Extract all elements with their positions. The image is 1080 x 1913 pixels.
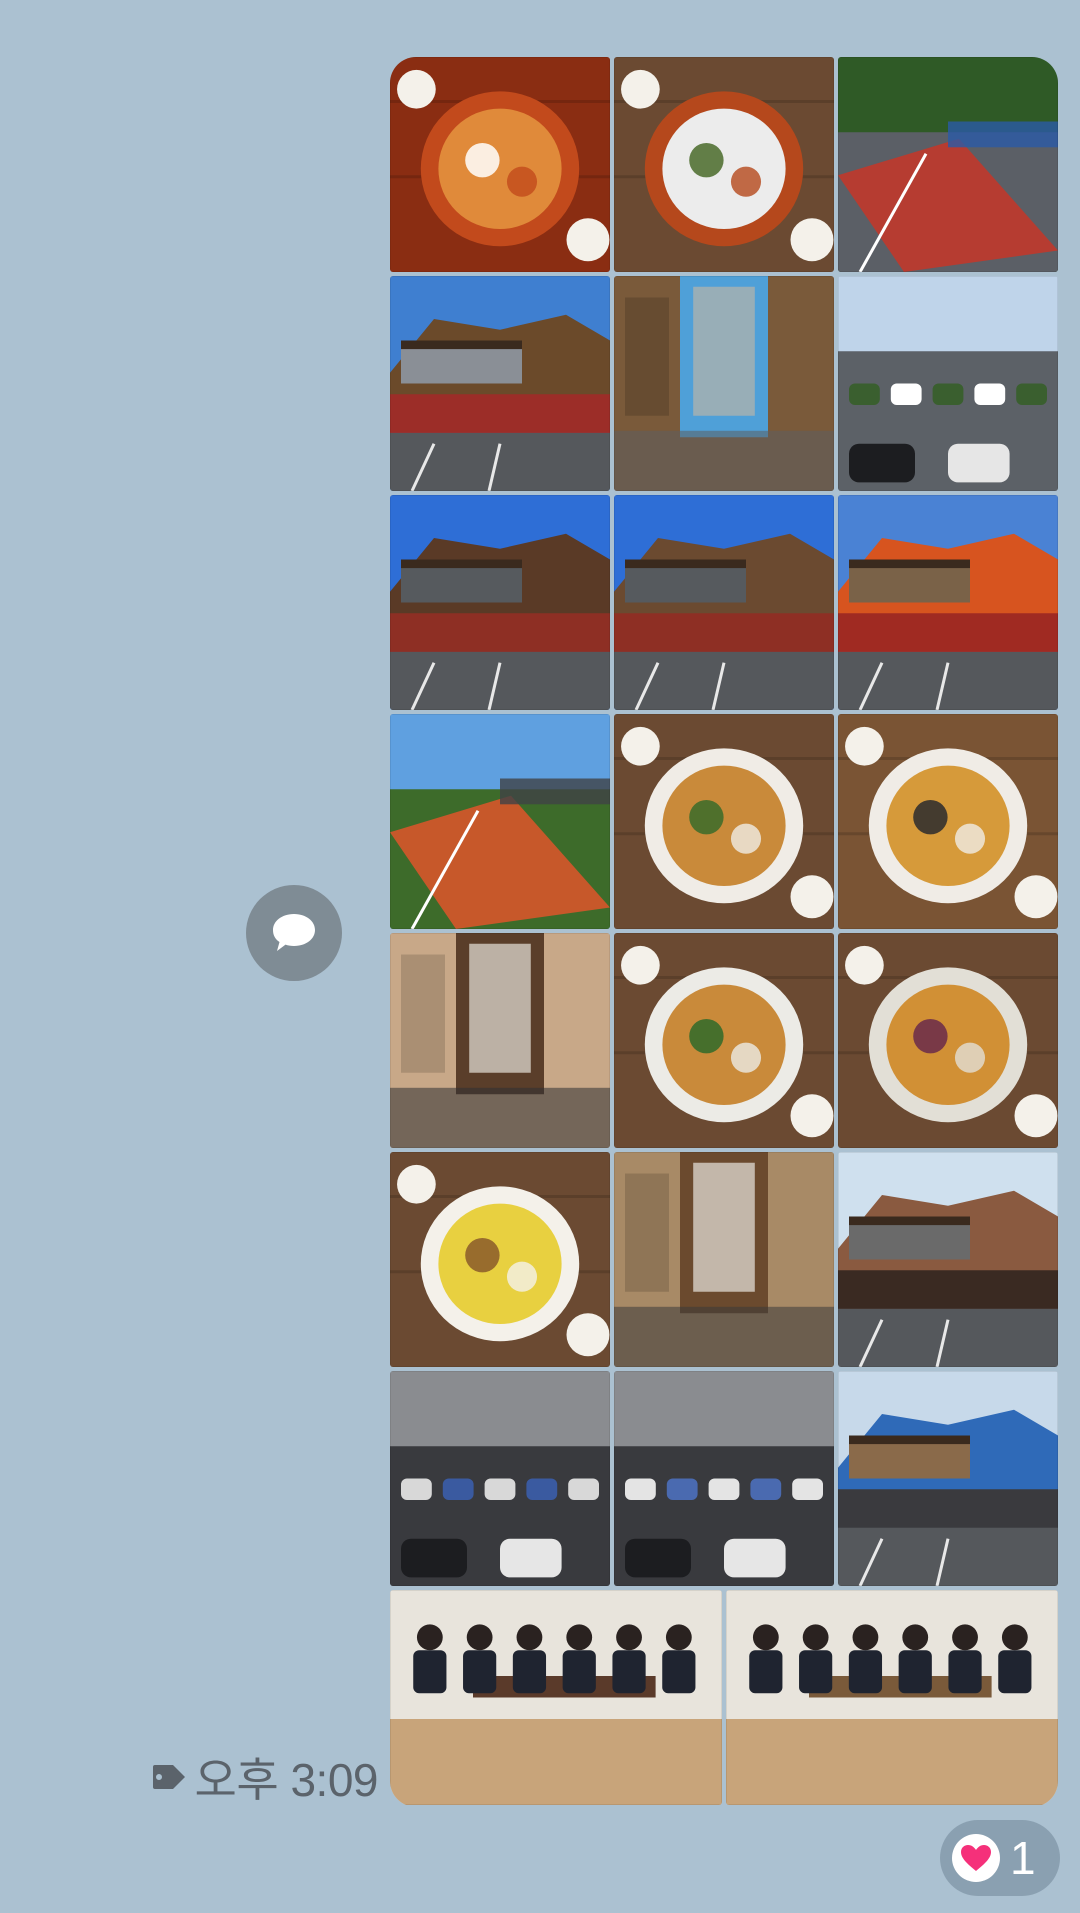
photo-side-dishes[interactable] [390,1152,610,1367]
photo-diners-1[interactable] [390,1590,722,1805]
photo-road-fence[interactable] [838,57,1058,272]
message-meta: 오후 3:09 [151,1752,379,1806]
share-button[interactable] [246,885,342,981]
reaction-badge[interactable]: 1 [940,1820,1060,1896]
photo-pancake-closeup[interactable] [838,933,1058,1148]
heart-icon [952,1834,1000,1882]
photo-parking-sign[interactable] [838,276,1058,491]
photo-stairs-railing[interactable] [838,495,1058,710]
tag-icon [152,1765,185,1789]
photo-parking-lot-1[interactable] [390,1371,610,1586]
photo-restaurant-front[interactable] [390,495,610,710]
photo-interior-door[interactable] [614,1152,834,1367]
photo-album-grid [390,57,1058,1807]
photo-table-setting[interactable] [838,714,1058,929]
photo-deck-view[interactable] [838,1152,1058,1367]
photo-stew-table[interactable] [614,57,834,272]
photo-building-steps[interactable] [390,276,610,491]
message-time: 오후 3:09 [194,1754,379,1806]
photo-stew-bowl[interactable] [390,57,610,272]
photo-glass-door[interactable] [614,276,834,491]
reaction-count: 1 [1010,1832,1036,1884]
photo-city-view[interactable] [838,1371,1058,1586]
photo-red-path[interactable] [390,714,610,929]
speech-bubble-icon [273,914,315,951]
photo-pancakes-chopsticks[interactable] [614,714,834,929]
photo-pancake-plate[interactable] [614,933,834,1148]
photo-parking-lot-2[interactable] [614,1371,834,1586]
photo-diners-2[interactable] [726,1590,1058,1805]
photo-restaurant-side[interactable] [614,495,834,710]
photo-dining-hall[interactable] [390,933,610,1148]
